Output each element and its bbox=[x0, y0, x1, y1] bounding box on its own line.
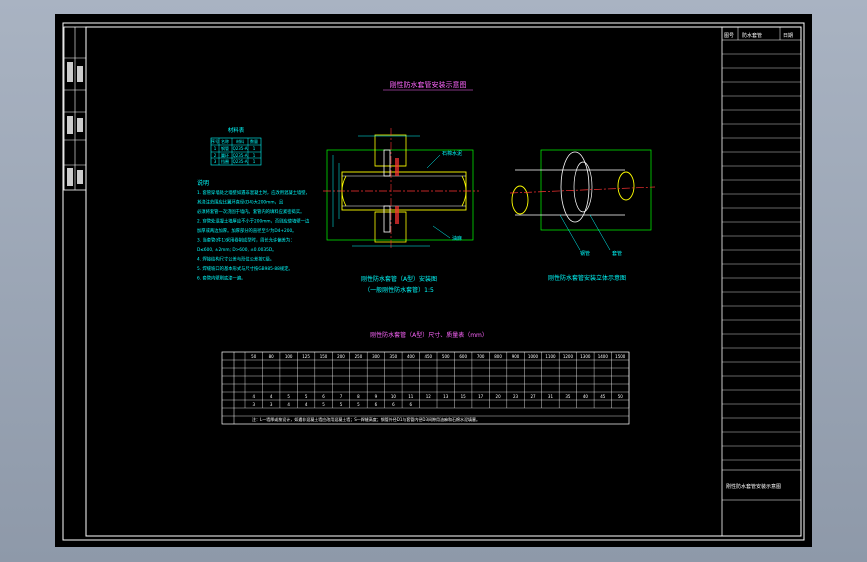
dims-weight-cell: 11 bbox=[408, 394, 414, 399]
note-line: D≤600, ±2mm; D>600, ±0.0035D。 bbox=[197, 247, 276, 253]
materials-cell: 3 bbox=[214, 159, 217, 164]
dims-weight2-cell: 6 bbox=[375, 402, 378, 407]
dims-column-header: 100 bbox=[285, 354, 293, 359]
dims-weight-cell: 5 bbox=[305, 394, 308, 399]
materials-cell: 1 bbox=[253, 153, 256, 158]
dims-weight-cell: 31 bbox=[548, 394, 554, 399]
callout-hemp: 油麻 bbox=[452, 235, 462, 242]
dims-column-header: 600 bbox=[459, 354, 467, 359]
materials-cell: Q235-A bbox=[233, 146, 248, 151]
section-caption: 刚性防水套管（A型）安装图 bbox=[361, 275, 437, 283]
dims-weight2-cell: 3 bbox=[252, 402, 255, 407]
dims-table-title: 刚性防水套管（A型）尺寸、质量表（mm） bbox=[370, 331, 488, 339]
dims-weight-cell: 50 bbox=[618, 394, 624, 399]
dims-column-header: 350 bbox=[390, 354, 398, 359]
dims-weight-cell: 13 bbox=[443, 394, 449, 399]
note-line: 3. 当套管(件1)采用卷制成型时，周长允许偏差为： bbox=[197, 237, 295, 244]
cad-viewport[interactable]: 图号 防水套管 日期 刚性防水套管安装示意图 刚性防水套管安装示意图 材料表 序… bbox=[0, 0, 867, 562]
dims-column-header: 1500 bbox=[615, 354, 626, 359]
page-title: 刚性防水套管安装示意图 bbox=[390, 80, 467, 89]
dims-column-header: 125 bbox=[302, 354, 310, 359]
dims-weight-cell: 8 bbox=[357, 394, 360, 399]
dims-weight-cell: 17 bbox=[478, 394, 484, 399]
materials-cell: 1 bbox=[253, 146, 256, 151]
dims-weight-cell: 20 bbox=[496, 394, 502, 399]
callout-sleeve: 套管 bbox=[612, 250, 622, 257]
title-block-header-2: 防水套管 bbox=[742, 32, 762, 39]
dims-column-header: 250 bbox=[355, 354, 363, 359]
dims-column-header: 50 bbox=[251, 354, 257, 359]
dims-weight-cell: 6 bbox=[322, 394, 325, 399]
title-block-header-3: 日期 bbox=[783, 33, 793, 39]
dims-weight2-cell: 5 bbox=[357, 402, 360, 407]
dims-weight-cell: 45 bbox=[600, 394, 606, 399]
dims-weight-cell: 23 bbox=[513, 394, 519, 399]
dims-weight-cell: 27 bbox=[530, 394, 536, 399]
dims-column-header: 450 bbox=[424, 354, 432, 359]
note-line: 1. 套管穿墙处之墙壁如遇非混凝土时，应改用混凝土墙壁， bbox=[197, 189, 310, 196]
dims-weight2-cell: 5 bbox=[322, 402, 325, 407]
note-line: 必须将套管一次浇固于墙内。套管内的填料应紧密捣实。 bbox=[197, 208, 304, 215]
dims-weight-cell: 40 bbox=[583, 394, 589, 399]
dims-column-header: 1200 bbox=[563, 354, 574, 359]
dims-column-header: 300 bbox=[372, 354, 380, 359]
dims-column-header: 1100 bbox=[545, 354, 556, 359]
dims-weight-cell: 9 bbox=[375, 394, 378, 399]
materials-cell: Q235-A bbox=[233, 159, 248, 164]
materials-cell: 2 bbox=[214, 153, 217, 158]
dims-column-header: 1400 bbox=[598, 354, 609, 359]
isometric-caption: 刚性防水套管安装立体示意图 bbox=[548, 274, 626, 282]
materials-table-title: 材料表 bbox=[228, 126, 245, 134]
materials-header-cell: 序号 bbox=[211, 138, 219, 144]
section-subcaption: （一般刚性防水套管）1:5 bbox=[364, 286, 434, 294]
materials-header-cell: 数量 bbox=[250, 138, 258, 144]
callout-pipe: 钢管 bbox=[580, 250, 590, 257]
note-line: 2. 穿管处混凝土墙厚应不小于200mm，否则应使墙壁一边 bbox=[197, 218, 310, 225]
materials-cell: 翼环 bbox=[221, 153, 229, 158]
materials-cell: 1 bbox=[253, 159, 256, 164]
dims-column-header: 400 bbox=[407, 354, 415, 359]
dims-column-header: 200 bbox=[337, 354, 345, 359]
title-block-drawing-name: 刚性防水套管安装示意图 bbox=[726, 483, 781, 490]
dims-weight2-cell: 4 bbox=[305, 402, 308, 407]
dims-weight-cell: 10 bbox=[391, 394, 397, 399]
materials-cell: 1 bbox=[214, 146, 217, 151]
dims-weight-cell: 15 bbox=[461, 394, 467, 399]
materials-cell: Q235-A bbox=[233, 153, 248, 158]
note-line: 5. 焊缝坡口的基本形式与尺寸按GB985-88规定。 bbox=[197, 265, 293, 272]
dims-weight2-cell: 5 bbox=[340, 402, 343, 407]
note-line: 6. 套管内壁刷底漆一遍。 bbox=[197, 275, 245, 282]
note-line: 其浇注范围应比翼环直径(D4)大200mm，且 bbox=[197, 199, 284, 206]
dims-weight-cell: 7 bbox=[340, 394, 343, 399]
callout-sealant: 石棉水泥 bbox=[442, 150, 462, 157]
dims-weight2-cell: 4 bbox=[287, 402, 290, 407]
materials-header-cell: 名称 bbox=[221, 138, 229, 144]
title-block-header-1: 图号 bbox=[724, 33, 734, 39]
dims-weight-cell: 4 bbox=[252, 394, 255, 399]
dims-column-header: 500 bbox=[442, 354, 450, 359]
dims-column-header: 900 bbox=[512, 354, 520, 359]
materials-header-cell: 材料 bbox=[236, 138, 244, 144]
dims-column-header: 1000 bbox=[528, 354, 539, 359]
materials-cell: 钢管 bbox=[221, 145, 229, 151]
dims-weight-cell: 12 bbox=[426, 394, 432, 399]
dims-column-header: 800 bbox=[494, 354, 502, 359]
dims-weight-cell: 35 bbox=[565, 394, 571, 399]
dims-table-footnote: 注：L—墙厚或按设计，如遇非混凝土墙应改用混凝土墙；S—焊缝高度；钢管外径D1与… bbox=[252, 416, 480, 422]
dims-column-header: 150 bbox=[320, 354, 328, 359]
note-line: 加厚或两边加厚。加厚部分的直径至少为D4+200。 bbox=[197, 227, 296, 234]
dims-column-header: 80 bbox=[269, 354, 275, 359]
dims-weight-cell: 4 bbox=[270, 394, 273, 399]
dims-weight-cell: 5 bbox=[287, 394, 290, 399]
dims-column-header: 700 bbox=[477, 354, 485, 359]
notes-heading: 说明 bbox=[197, 179, 209, 187]
dims-weight2-cell: 6 bbox=[392, 402, 395, 407]
materials-cell: 挡圈 bbox=[221, 158, 229, 164]
note-line: 4. 焊接结构尺寸公差与形位公差按C级。 bbox=[197, 256, 274, 263]
dims-weight2-cell: 3 bbox=[270, 402, 273, 407]
dims-column-header: 1300 bbox=[580, 354, 591, 359]
